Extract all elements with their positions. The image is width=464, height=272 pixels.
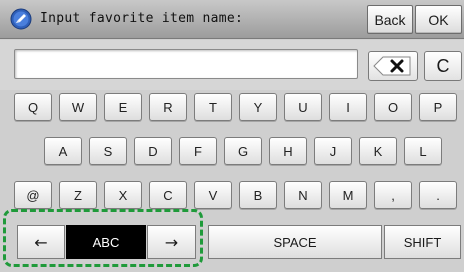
key-a[interactable]: A xyxy=(44,137,82,165)
space-button[interactable]: SPACE xyxy=(208,225,382,259)
clear-button[interactable]: C xyxy=(424,51,462,81)
key-q[interactable]: Q xyxy=(14,93,52,121)
backspace-button[interactable] xyxy=(368,51,418,81)
key-o[interactable]: O xyxy=(374,93,412,121)
key-z[interactable]: Z xyxy=(59,181,97,209)
key-l[interactable]: L xyxy=(404,137,442,165)
key-w[interactable]: W xyxy=(59,93,97,121)
page-title: Input favorite item name: xyxy=(40,11,244,26)
key-k[interactable]: K xyxy=(359,137,397,165)
key-e[interactable]: E xyxy=(104,93,142,121)
ok-button[interactable]: OK xyxy=(415,5,462,34)
key-h[interactable]: H xyxy=(269,137,307,165)
key-b[interactable]: B xyxy=(239,181,277,209)
key-comma[interactable]: , xyxy=(374,181,412,209)
pencil-icon xyxy=(10,8,32,30)
highlight-frame xyxy=(3,209,203,267)
shift-button[interactable]: SHIFT xyxy=(384,225,461,259)
key-period[interactable]: . xyxy=(419,181,457,209)
key-x[interactable]: X xyxy=(104,181,142,209)
key-g[interactable]: G xyxy=(224,137,262,165)
key-row-1: Q W E R T Y U I O P xyxy=(0,93,464,133)
key-s[interactable]: S xyxy=(89,137,127,165)
keyboard-panel: Input favorite item name: Back OK C Q W … xyxy=(0,0,464,272)
header-bar: Input favorite item name: Back OK xyxy=(0,0,464,39)
key-f[interactable]: F xyxy=(179,137,217,165)
key-m[interactable]: M xyxy=(329,181,367,209)
key-d[interactable]: D xyxy=(134,137,172,165)
back-button[interactable]: Back xyxy=(367,5,413,34)
item-name-field[interactable] xyxy=(14,49,358,79)
key-t[interactable]: T xyxy=(194,93,232,121)
key-at[interactable]: @ xyxy=(14,181,52,209)
key-u[interactable]: U xyxy=(284,93,322,121)
key-j[interactable]: J xyxy=(314,137,352,165)
key-row-2: A S D F G H J K L xyxy=(0,137,464,177)
key-y[interactable]: Y xyxy=(239,93,277,121)
key-n[interactable]: N xyxy=(284,181,322,209)
input-row: C xyxy=(0,40,464,90)
key-p[interactable]: P xyxy=(419,93,457,121)
key-i[interactable]: I xyxy=(329,93,367,121)
key-v[interactable]: V xyxy=(194,181,232,209)
backspace-x-icon xyxy=(373,56,411,76)
key-r[interactable]: R xyxy=(149,93,187,121)
key-c[interactable]: C xyxy=(149,181,187,209)
